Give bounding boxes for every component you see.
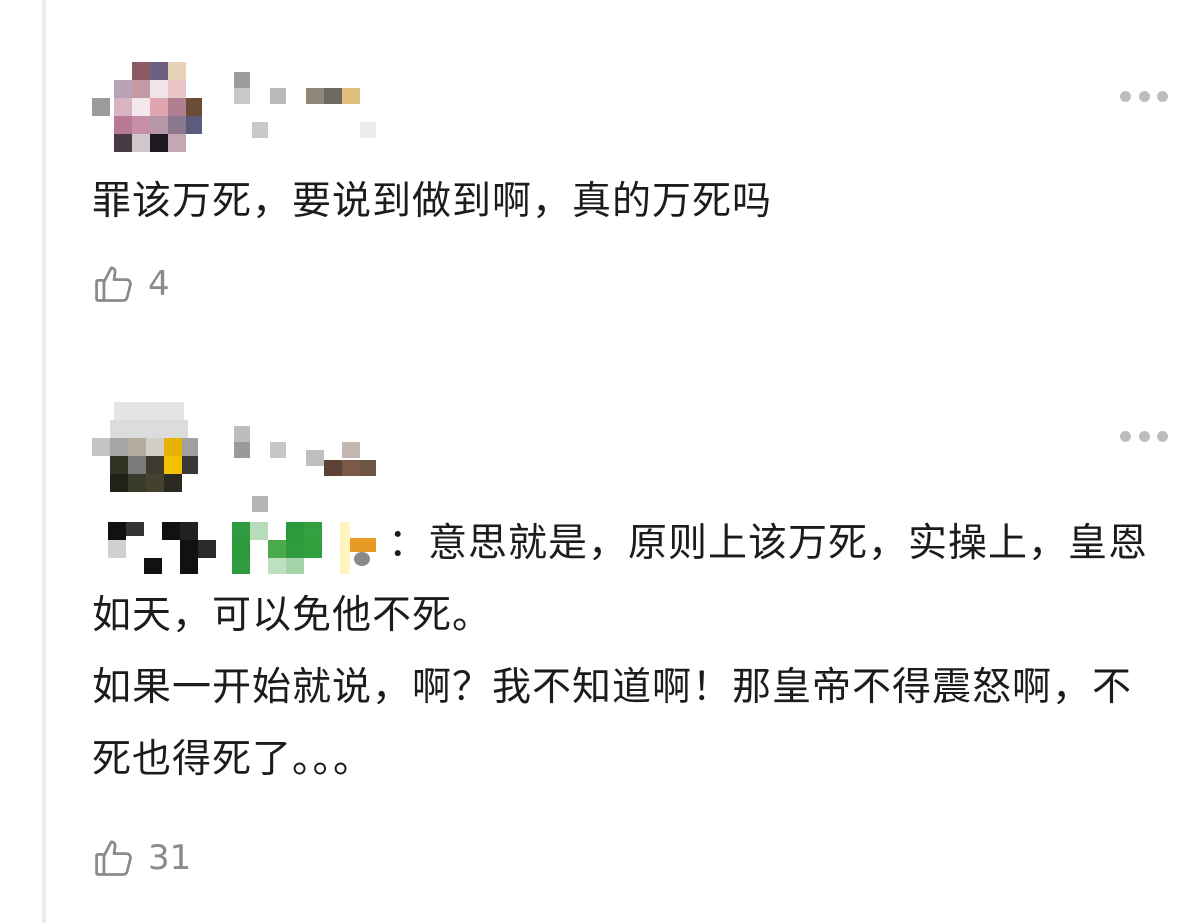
like-button[interactable]: 31	[92, 836, 191, 880]
thumbs-up-icon	[95, 840, 132, 876]
dot-icon	[1120, 430, 1131, 442]
like-count: 4	[148, 264, 170, 304]
username-pixelated[interactable]	[232, 70, 376, 140]
comment-text: 罪该万死，要说到做到啊，真的万死吗	[92, 179, 773, 224]
thread-rule	[42, 0, 46, 923]
reply-username-pixelated[interactable]	[92, 518, 382, 574]
dot-icon	[1157, 90, 1168, 102]
more-options-button[interactable]	[1120, 428, 1168, 444]
more-options-button[interactable]	[1120, 88, 1168, 104]
like-count: 31	[148, 838, 192, 878]
thumbs-up-icon	[95, 266, 132, 302]
avatar[interactable]	[92, 390, 202, 500]
dot-icon	[1138, 90, 1150, 102]
username-pixelated[interactable]	[232, 410, 376, 512]
comment-text: ：意思就是，原则上该万死，实操上，皇恩如天，可以免他不死。 如果一开始就说，啊？…	[92, 508, 1152, 796]
like-button[interactable]: 4	[92, 262, 170, 306]
dot-icon	[1120, 90, 1131, 102]
dot-icon	[1157, 430, 1168, 442]
avatar[interactable]	[92, 50, 202, 160]
dot-icon	[1138, 430, 1150, 442]
